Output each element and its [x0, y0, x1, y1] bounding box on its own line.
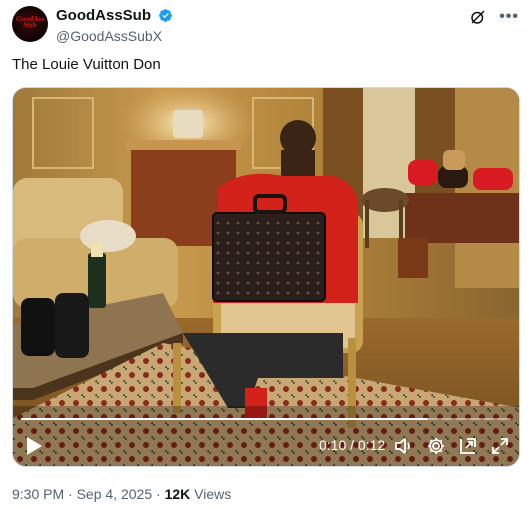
- avatar-logo: GoodAss Sub: [16, 16, 45, 29]
- video-frame: [13, 88, 519, 466]
- author-display-name[interactable]: GoodAssSub: [56, 7, 151, 24]
- tweet-meta: 9:30 PM · Sep 4, 2025 · 12K Views: [12, 486, 232, 502]
- volume-icon[interactable]: [394, 436, 414, 456]
- grok-icon[interactable]: [469, 8, 487, 26]
- avatar[interactable]: GoodAss Sub: [12, 6, 48, 42]
- pip-icon[interactable]: [458, 436, 478, 456]
- video-progress-fill: [21, 418, 428, 420]
- tweet-date[interactable]: Sep 4, 2025: [77, 486, 153, 502]
- settings-icon[interactable]: [426, 436, 446, 456]
- video-current-time: 0:10: [319, 437, 347, 453]
- verified-badge-icon: [159, 9, 173, 23]
- header-actions: •••: [469, 8, 519, 26]
- video-player[interactable]: 0:10 / 0:12: [12, 87, 520, 467]
- fullscreen-icon[interactable]: [490, 436, 510, 456]
- video-duration: 0:12: [357, 437, 386, 453]
- video-progress-track[interactable]: [21, 418, 511, 420]
- more-icon[interactable]: •••: [499, 8, 519, 26]
- tweet-text: The Louie Vuitton Don: [12, 56, 161, 73]
- video-controls: 0:10 / 0:12: [13, 426, 519, 466]
- video-time: 0:10 / 0:12: [319, 437, 385, 453]
- views-count: 12K: [164, 486, 191, 502]
- play-icon[interactable]: [25, 436, 43, 456]
- tweet-header: GoodAss Sub GoodAssSub @GoodAssSubX •••: [12, 6, 519, 46]
- views-label: Views: [194, 486, 232, 502]
- author-handle[interactable]: @GoodAssSubX: [56, 28, 173, 44]
- author-names: GoodAssSub @GoodAssSubX: [56, 7, 173, 44]
- video-time-separator: /: [350, 437, 355, 453]
- tweet-time[interactable]: 9:30 PM: [12, 486, 64, 502]
